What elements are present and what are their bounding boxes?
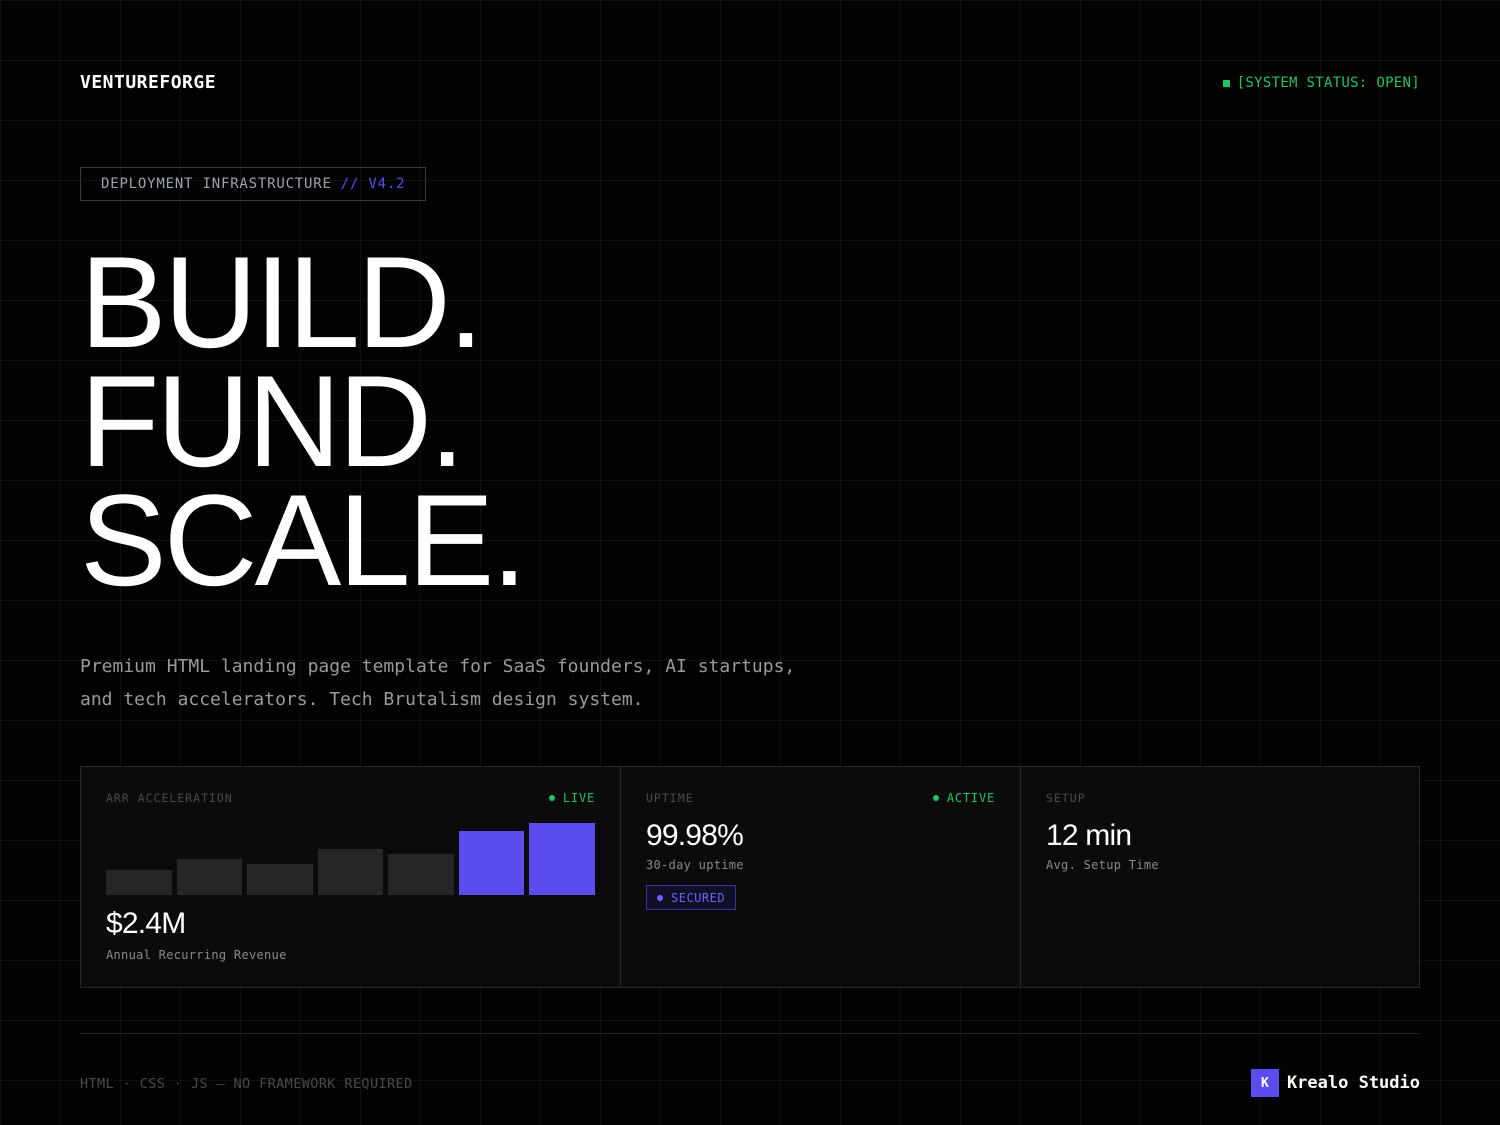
active-badge-text: ACTIVE	[946, 791, 995, 805]
arr-bar-chart	[106, 823, 595, 895]
studio-logo-icon: K	[1250, 1069, 1279, 1097]
arr-card: ARR ACCELERATION LIVE $2.4M Annual Recur…	[81, 767, 620, 987]
brand-logo[interactable]: VENTUREFORGE	[80, 72, 216, 93]
hero-description-line: Premium HTML landing page template for S…	[80, 656, 796, 677]
system-status: [SYSTEM STATUS: OPEN]	[1222, 75, 1420, 91]
arr-caption: Annual Recurring Revenue	[106, 948, 287, 962]
live-badge-text: LIVE	[562, 791, 595, 805]
footer-divider	[80, 1033, 1420, 1034]
uptime-card: UPTIME ACTIVE 99.98% 30-day uptime SECUR…	[620, 767, 1020, 987]
arr-bar	[247, 864, 313, 895]
hero-line-scale: SCALE.	[80, 467, 527, 613]
secured-dot-icon	[657, 894, 663, 901]
stats-panel: ARR ACCELERATION LIVE $2.4M Annual Recur…	[80, 766, 1420, 988]
hero-description: Premium HTML landing page template for S…	[80, 650, 880, 716]
uptime-caption: 30-day uptime	[646, 858, 744, 872]
arr-bar	[106, 869, 172, 895]
studio-name: Krealo Studio	[1286, 1073, 1420, 1093]
secured-badge-text: SECURED	[671, 890, 726, 905]
tech-stack-note: HTML · CSS · JS — NO FRAMEWORK REQUIRED	[80, 1076, 413, 1092]
version-tag-number: // V4.2	[340, 176, 406, 192]
hero-line-fund: FUND.	[80, 348, 465, 494]
live-dot-icon	[548, 795, 555, 801]
arr-bar	[176, 859, 243, 895]
setup-value: 12 min	[1046, 819, 1132, 852]
uptime-value: 99.98%	[646, 819, 744, 852]
setup-caption: Avg. Setup Time	[1046, 858, 1159, 872]
setup-card: SETUP 12 min Avg. Setup Time	[1020, 767, 1419, 987]
secured-badge: SECURED	[646, 885, 737, 910]
arr-bar	[388, 853, 454, 895]
studio-credit[interactable]: K Krealo Studio	[1250, 1069, 1420, 1097]
system-status-text: [SYSTEM STATUS: OPEN]	[1236, 75, 1420, 91]
arr-bar	[317, 848, 384, 895]
status-square-icon	[1222, 79, 1230, 87]
active-dot-icon	[932, 795, 939, 801]
live-badge: LIVE	[548, 791, 595, 805]
version-tag-label: DEPLOYMENT INFRASTRUCTURE	[101, 176, 332, 192]
version-tag: DEPLOYMENT INFRASTRUCTURE // V4.2	[80, 167, 427, 201]
hero-description-line: and tech accelerators. Tech Brutalism de…	[80, 689, 644, 710]
hero-headline: BUILD. FUND. SCALE.	[80, 229, 527, 613]
arr-bar	[529, 823, 595, 895]
active-badge: ACTIVE	[932, 791, 995, 805]
setup-card-label: SETUP	[1046, 791, 1086, 805]
hero-line-build: BUILD.	[80, 229, 484, 375]
arr-card-label: ARR ACCELERATION	[106, 791, 233, 805]
arr-value: $2.4M	[106, 907, 186, 940]
arr-bar	[458, 830, 525, 895]
